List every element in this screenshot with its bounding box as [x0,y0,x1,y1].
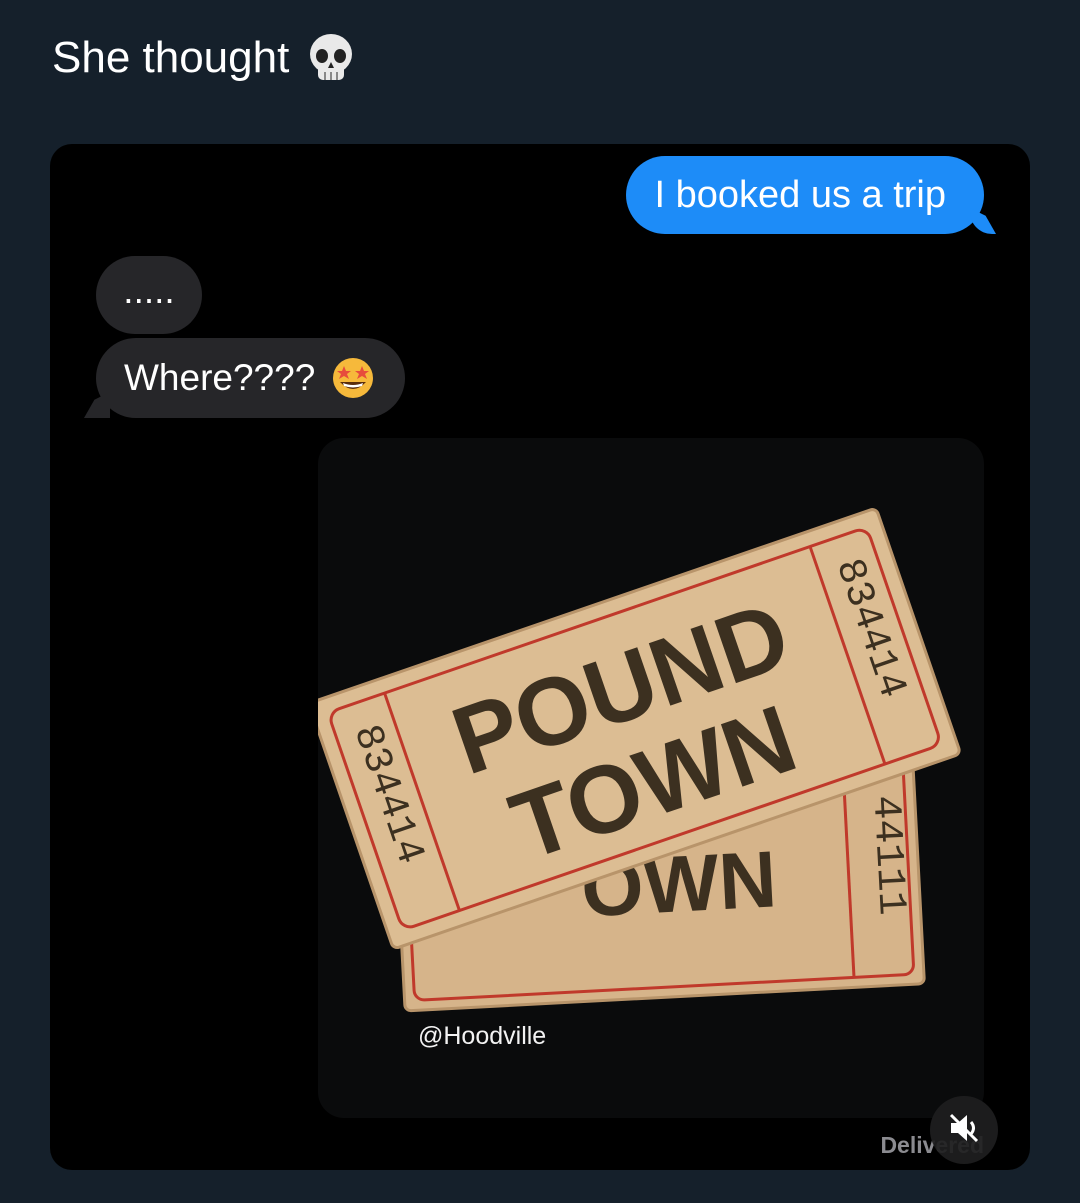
back-ticket-serial: 44111 [862,794,913,916]
message-thread: I booked us a trip ..... Where???? OWN 4 [50,144,1030,1170]
message-text: I booked us a trip [654,174,946,216]
post-caption: She thought [52,30,355,86]
image-attachment[interactable]: OWN 44111 POUND TOWN 834414 834414 @Hood… [318,438,984,1118]
star-struck-emoji-icon [331,356,375,400]
caption-text: She thought [52,33,290,82]
ticket-image: OWN 44111 POUND TOWN 834414 834414 [318,508,961,1013]
mute-toggle-button[interactable] [930,1096,998,1164]
message-text: ..... [123,270,175,311]
message-text: Where???? [124,357,316,398]
outgoing-message-bubble[interactable]: I booked us a trip [626,156,984,234]
image-watermark: @Hoodville [418,1022,547,1050]
skull-icon [307,32,355,84]
incoming-message-bubble[interactable]: Where???? [96,338,406,418]
incoming-message-bubble[interactable]: ..... [96,256,202,334]
mute-icon [947,1111,981,1150]
